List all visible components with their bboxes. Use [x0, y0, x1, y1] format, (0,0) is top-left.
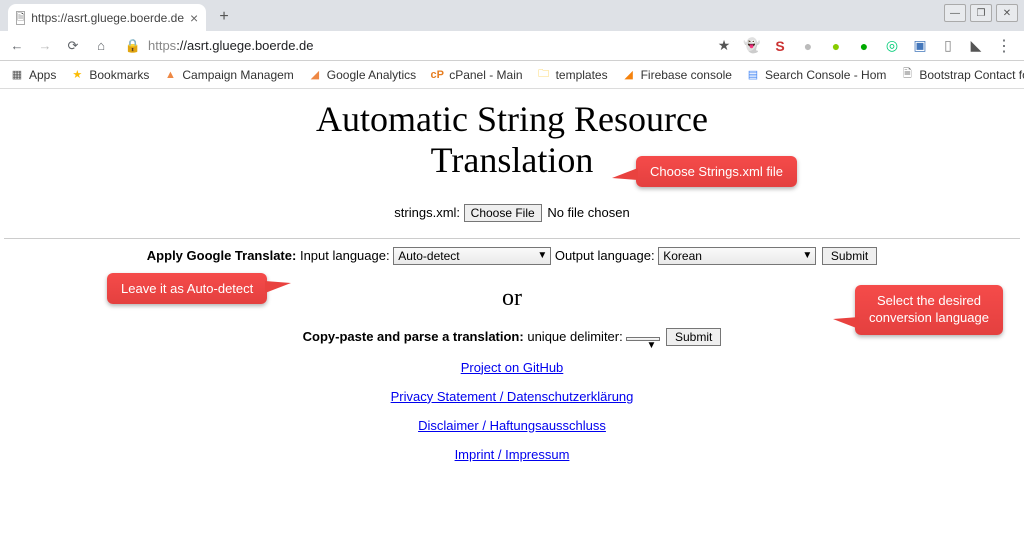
forward-button[interactable]: →: [36, 37, 54, 55]
chevron-down-icon: ▼: [802, 250, 812, 261]
page-icon: 🗎: [16, 11, 25, 25]
bookmark-item[interactable]: ◢Google Analytics: [308, 68, 416, 82]
address-bar[interactable]: 🔒 https://asrt.gluege.boerde.de: [120, 34, 318, 58]
address-bar-row: ← → ⟳ ⌂ 🔒 https://asrt.gluege.boerde.de …: [0, 31, 1024, 61]
submit-button[interactable]: Submit: [822, 247, 877, 265]
page-icon: 🗎: [900, 68, 914, 82]
bookmark-item[interactable]: ▤Search Console - Hom: [746, 68, 886, 82]
bookmark-apps[interactable]: ▦Apps: [10, 68, 56, 82]
extension-icon[interactable]: ●: [828, 38, 844, 54]
bookmark-icon: ▲: [163, 68, 177, 82]
bookmark-icon: ◢: [622, 68, 636, 82]
bookmark-item[interactable]: cPcPanel - Main: [430, 68, 522, 82]
close-tab-icon[interactable]: ×: [190, 10, 198, 26]
extensions-bar: ★ 👻 S ● ● ● ◎ ▣ ▯ ◣ ⋮: [716, 36, 1016, 56]
link-disclaimer[interactable]: Disclaimer / Haftungsausschluss: [418, 418, 606, 433]
bookmark-item[interactable]: ▲Campaign Managem: [163, 68, 293, 82]
chrome-menu-button[interactable]: ⋮: [996, 36, 1012, 56]
extension-icon[interactable]: ▯: [940, 38, 956, 54]
bookmark-item[interactable]: ◢Firebase console: [622, 68, 732, 82]
bookmark-bookmarks[interactable]: ★Bookmarks: [70, 68, 149, 82]
address-url: https://asrt.gluege.boerde.de: [148, 38, 314, 53]
back-button[interactable]: ←: [8, 37, 26, 55]
extension-icon[interactable]: ◎: [884, 38, 900, 54]
reload-button[interactable]: ⟳: [64, 37, 82, 55]
submit-button[interactable]: Submit: [666, 328, 721, 346]
extension-icon[interactable]: ●: [856, 38, 872, 54]
bookmark-icon: cP: [430, 68, 444, 82]
tab-title: https://asrt.gluege.boerde.de: [31, 11, 184, 25]
file-status: No file chosen: [547, 205, 629, 220]
translate-row: Apply Google Translate: Input language: …: [0, 247, 1024, 265]
link-github[interactable]: Project on GitHub: [461, 360, 564, 375]
annotation-callout: Select the desiredconversion language: [855, 285, 1003, 335]
footer-links: Project on GitHub Privacy Statement / Da…: [0, 346, 1024, 462]
extension-icon[interactable]: 👻: [744, 38, 760, 54]
bookmark-item[interactable]: 🗎Bootstrap Contact fo: [900, 68, 1024, 82]
folder-icon: 🗀: [537, 68, 551, 82]
browser-tab-strip: 🗎 https://asrt.gluege.boerde.de × + — ❐ …: [0, 0, 1024, 31]
home-button[interactable]: ⌂: [92, 37, 110, 55]
browser-tab[interactable]: 🗎 https://asrt.gluege.boerde.de ×: [8, 4, 206, 31]
star-icon: ★: [70, 68, 84, 82]
window-close-button[interactable]: ✕: [996, 4, 1018, 22]
output-language-select[interactable]: Korean▼: [658, 247, 816, 265]
delimiter-label: unique delimiter:: [527, 329, 622, 344]
chevron-down-icon: ▼: [646, 340, 656, 351]
bookmarks-bar: ▦Apps ★Bookmarks ▲Campaign Managem ◢Goog…: [0, 61, 1024, 89]
bookmark-icon: ▤: [746, 68, 760, 82]
choose-file-button[interactable]: Choose File: [464, 204, 542, 222]
file-upload-row: strings.xml: Choose File No file chosen: [0, 204, 1024, 222]
bookmark-item[interactable]: 🗀templates: [537, 68, 608, 82]
extension-icon[interactable]: ▣: [912, 38, 928, 54]
bookmark-icon: ◢: [308, 68, 322, 82]
new-tab-button[interactable]: +: [212, 5, 236, 29]
bookmark-star-icon[interactable]: ★: [716, 38, 732, 54]
copy-paste-label: Copy-paste and parse a translation:: [303, 329, 524, 344]
chevron-down-icon: ▼: [537, 250, 547, 261]
window-minimize-button[interactable]: —: [944, 4, 966, 22]
extension-icon[interactable]: ●: [800, 38, 816, 54]
link-privacy[interactable]: Privacy Statement / Datenschutzerklärung: [391, 389, 634, 404]
divider: [4, 238, 1020, 239]
extension-icon[interactable]: S: [772, 38, 788, 54]
extension-icon[interactable]: ◣: [968, 38, 984, 54]
window-maximize-button[interactable]: ❐: [970, 4, 992, 22]
page-title: Automatic String ResourceTranslation: [0, 99, 1024, 182]
window-controls: — ❐ ✕: [944, 4, 1018, 22]
apply-translate-label: Apply Google Translate:: [147, 248, 297, 263]
input-language-select[interactable]: Auto-detect▼: [393, 247, 551, 265]
apps-icon: ▦: [10, 68, 24, 82]
file-label: strings.xml:: [394, 205, 460, 220]
annotation-callout: Leave it as Auto-detect: [107, 273, 267, 304]
input-language-label: Input language:: [300, 248, 390, 263]
link-imprint[interactable]: Imprint / Impressum: [455, 447, 570, 462]
output-language-label: Output language:: [555, 248, 655, 263]
delimiter-select[interactable]: ▼: [626, 337, 660, 341]
lock-icon: 🔒: [124, 37, 142, 55]
annotation-callout: Choose Strings.xml file: [636, 156, 797, 187]
